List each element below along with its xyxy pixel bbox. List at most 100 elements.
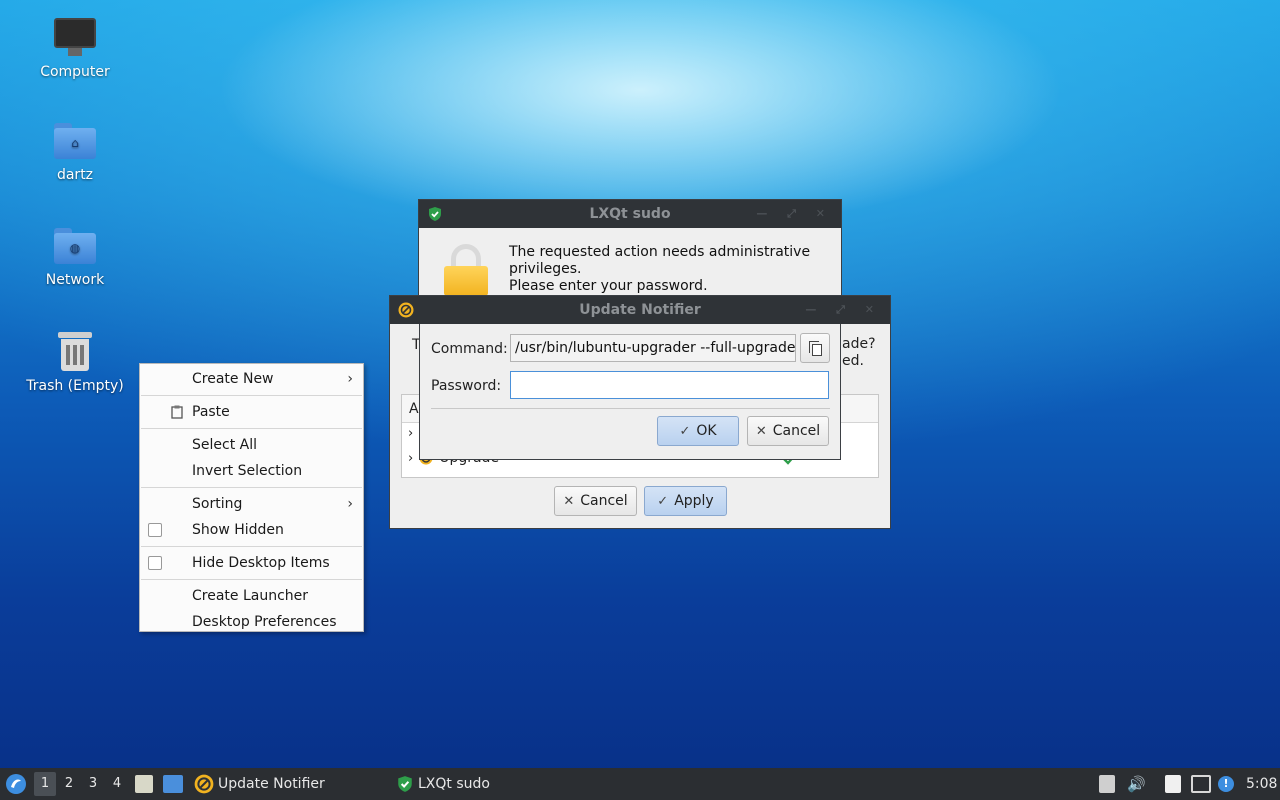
menu-separator <box>141 487 362 488</box>
clipboard-icon[interactable] <box>1165 775 1181 793</box>
menu-item-label: Invert Selection <box>192 463 303 479</box>
menu-item-label: Sorting <box>192 496 243 512</box>
task-update-notifier[interactable]: Update Notifier <box>194 768 325 800</box>
menu-item-select-all[interactable]: Select All <box>140 432 363 458</box>
menu-item-invert-selection[interactable]: Invert Selection <box>140 458 363 484</box>
paste-icon <box>171 405 183 419</box>
message-line: privileges. <box>509 261 582 277</box>
desktop-icon-home[interactable]: ⌂ dartz <box>10 123 140 183</box>
file-manager-launcher-icon[interactable] <box>135 775 153 793</box>
message-line: Please enter your password. <box>509 278 708 294</box>
chevron-right-icon[interactable]: › <box>408 451 413 466</box>
lock-icon <box>444 244 488 298</box>
task-label: LXQt sudo <box>418 776 490 792</box>
check-icon: ✓ <box>679 423 691 439</box>
clock-label: 5:08 <box>1246 776 1278 792</box>
command-field[interactable]: /usr/bin/lubuntu-upgrader --full-upgrade <box>510 334 796 362</box>
sudo-cancel-button[interactable]: ✕ Cancel <box>747 416 829 446</box>
apply-button[interactable]: ✓ Apply <box>644 486 727 516</box>
network-icon[interactable] <box>1191 775 1211 793</box>
desktop-context-menu: Create New › Paste Select All Invert Sel… <box>139 363 364 632</box>
menu-item-label: Hide Desktop Items <box>192 555 330 571</box>
chevron-right-icon[interactable]: › <box>408 426 413 441</box>
menu-item-label: Create New <box>192 371 274 387</box>
workspace-1[interactable]: 1 <box>34 772 56 796</box>
shield-icon <box>398 776 412 792</box>
close-icon: ✕ <box>755 423 767 439</box>
eject-icon[interactable] <box>1099 775 1115 793</box>
sudo-message: The requested action needs administrativ… <box>509 244 829 295</box>
menu-separator <box>141 428 362 429</box>
menu-item-label: Select All <box>192 437 257 453</box>
clock[interactable]: 5:08 <box>1246 768 1277 800</box>
window-title: Update Notifier <box>579 302 701 318</box>
command-label: Command: <box>431 341 508 357</box>
menu-item-label: Desktop Preferences <box>192 614 337 630</box>
volume-icon[interactable]: 🔊 <box>1127 768 1146 800</box>
computer-icon <box>54 18 96 58</box>
task-lxqt-sudo[interactable]: LXQt sudo <box>396 768 490 800</box>
desktop-icon-label: dartz <box>56 167 94 183</box>
taskbar: 1 2 3 4 Update Notifier LXQt sudo 🔊 ! 5:… <box>0 768 1280 800</box>
menu-item-label: Paste <box>192 404 230 420</box>
hide-desktop-items-checkbox[interactable] <box>148 556 162 570</box>
workspace-3[interactable]: 3 <box>82 768 104 800</box>
shield-icon <box>429 207 441 221</box>
copy-command-button[interactable] <box>800 333 830 363</box>
message-line: The requested action needs administrativ… <box>509 244 811 260</box>
menu-item-paste[interactable]: Paste <box>140 399 363 425</box>
menu-item-desktop-preferences[interactable]: Desktop Preferences <box>140 609 363 635</box>
chevron-right-icon: › <box>347 371 353 387</box>
button-label: Cancel <box>772 423 821 439</box>
button-label: OK <box>696 423 717 439</box>
desktop-icon-label: Computer <box>40 64 110 80</box>
window-title: LXQt sudo <box>589 206 671 222</box>
update-titlebar[interactable]: Update Notifier — ⤢ ✕ <box>390 296 890 324</box>
button-label: Cancel <box>580 493 628 509</box>
update-notifier-icon <box>398 302 414 318</box>
show-hidden-checkbox[interactable] <box>148 523 162 537</box>
check-icon: ✓ <box>657 493 669 509</box>
menu-separator <box>141 546 362 547</box>
sudo-titlebar[interactable]: LXQt sudo — ⤢ ✕ <box>419 200 841 228</box>
update-notifier-icon <box>194 774 214 794</box>
network-folder-icon: ◍ <box>54 228 96 264</box>
desktop-icon-computer[interactable]: Computer <box>10 18 140 80</box>
update-available-icon[interactable]: ! <box>1218 776 1234 792</box>
desktop-icon-network[interactable]: ◍ Network <box>10 228 140 288</box>
desktop-icon-label: Network <box>45 272 105 288</box>
menu-item-create-new[interactable]: Create New › <box>140 366 363 392</box>
desktop-icon-label: Trash (Empty) <box>26 378 124 394</box>
show-desktop-icon[interactable] <box>163 775 183 793</box>
trash-icon <box>58 332 92 372</box>
start-menu-icon[interactable] <box>5 773 27 795</box>
workspace-label: 1 <box>40 776 50 791</box>
cancel-button[interactable]: ✕ Cancel <box>554 486 637 516</box>
update-description-text: ed. <box>842 353 864 369</box>
workspace-label: 4 <box>112 776 122 791</box>
chevron-right-icon: › <box>347 496 353 512</box>
menu-separator <box>141 579 362 580</box>
workspace-label: 3 <box>88 776 98 791</box>
password-input[interactable] <box>510 371 829 399</box>
menu-item-sorting[interactable]: Sorting › <box>140 491 363 517</box>
desktop-icon-trash[interactable]: Trash (Empty) <box>10 332 140 394</box>
workspace-label: 2 <box>64 776 74 791</box>
menu-item-create-launcher[interactable]: Create Launcher <box>140 583 363 609</box>
update-description-text: ade? <box>842 336 876 352</box>
password-label: Password: <box>431 378 502 394</box>
column-header: A <box>409 401 419 417</box>
task-label: Update Notifier <box>218 776 325 792</box>
workspace-4[interactable]: 4 <box>106 768 128 800</box>
window-controls[interactable]: — ⤢ ✕ <box>805 296 882 324</box>
close-icon: ✕ <box>563 493 575 509</box>
ok-button[interactable]: ✓ OK <box>657 416 739 446</box>
menu-item-hide-desktop-items[interactable]: Hide Desktop Items <box>140 550 363 576</box>
button-label: Apply <box>674 493 714 509</box>
workspace-2[interactable]: 2 <box>58 768 80 800</box>
window-controls[interactable]: — ⤢ ✕ <box>756 200 833 228</box>
menu-item-label: Show Hidden <box>192 522 284 538</box>
menu-item-label: Create Launcher <box>192 588 309 604</box>
menu-item-show-hidden[interactable]: Show Hidden <box>140 517 363 543</box>
form-divider <box>431 408 830 409</box>
